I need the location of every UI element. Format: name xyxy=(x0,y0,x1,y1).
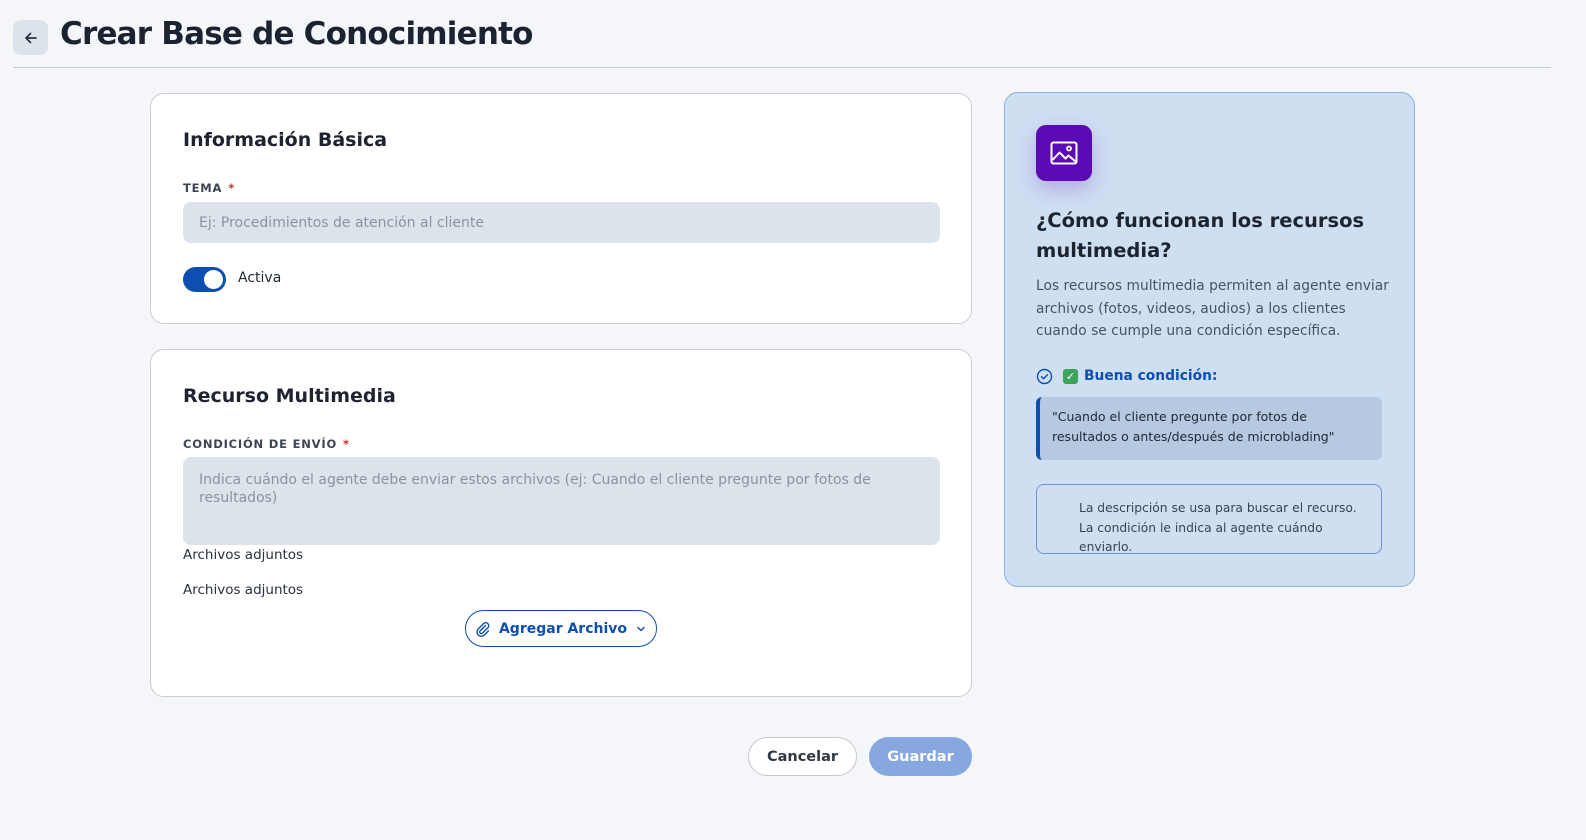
active-toggle[interactable] xyxy=(183,267,226,292)
help-note: La descripción se usa para buscar el rec… xyxy=(1036,484,1382,554)
toggle-knob xyxy=(204,270,223,289)
green-check-icon: ✓ xyxy=(1063,368,1078,384)
media-resource-card: Recurso Multimedia CONDICIÓN DE ENVÍO * A… xyxy=(150,349,972,697)
attachments-subheading: Archivos adjuntos xyxy=(183,582,304,598)
good-condition-label: Buena condición: xyxy=(1084,368,1218,384)
attachments-heading: Archivos adjuntos xyxy=(183,547,304,563)
cancel-button[interactable]: Cancelar xyxy=(748,737,857,776)
basic-info-title: Información Básica xyxy=(183,129,388,151)
image-icon xyxy=(1036,125,1092,181)
required-mark: * xyxy=(228,181,236,195)
add-file-label: Agregar Archivo xyxy=(498,620,628,637)
example-quote: "Cuando el cliente pregunte por fotos de… xyxy=(1036,397,1382,460)
page-title: Crear Base de Conocimiento xyxy=(60,16,533,52)
media-resource-title: Recurso Multimedia xyxy=(183,385,396,407)
required-mark: * xyxy=(343,437,350,451)
page-header: Crear Base de Conocimiento xyxy=(13,13,1551,68)
save-button[interactable]: Guardar xyxy=(869,737,972,776)
send-condition-label: CONDICIÓN DE ENVÍO * xyxy=(183,437,350,451)
paperclip-icon xyxy=(476,621,490,637)
active-toggle-label: Activa xyxy=(238,270,282,286)
chevron-down-icon xyxy=(637,626,645,631)
help-panel-title: ¿Cómo funcionan los recursos multimedia? xyxy=(1036,209,1365,262)
help-panel-description: Los recursos multimedia permiten al agen… xyxy=(1036,278,1389,339)
add-file-button[interactable]: Agregar Archivo xyxy=(465,610,657,647)
check-circle-icon xyxy=(1036,368,1053,384)
topic-label: TEMA * xyxy=(183,181,235,195)
arrow-left-icon xyxy=(24,32,37,43)
send-condition-textarea[interactable] xyxy=(183,457,940,545)
back-button[interactable] xyxy=(13,20,48,55)
topic-label-text: TEMA xyxy=(183,181,223,195)
good-condition-row: ✓ Buena condición: xyxy=(1036,366,1217,386)
help-panel: ¿Cómo funcionan los recursos multimedia?… xyxy=(1004,92,1415,587)
basic-info-card: Información Básica TEMA * Activa xyxy=(150,93,972,324)
topic-input[interactable] xyxy=(183,202,940,243)
send-condition-label-text: CONDICIÓN DE ENVÍO xyxy=(183,437,338,451)
